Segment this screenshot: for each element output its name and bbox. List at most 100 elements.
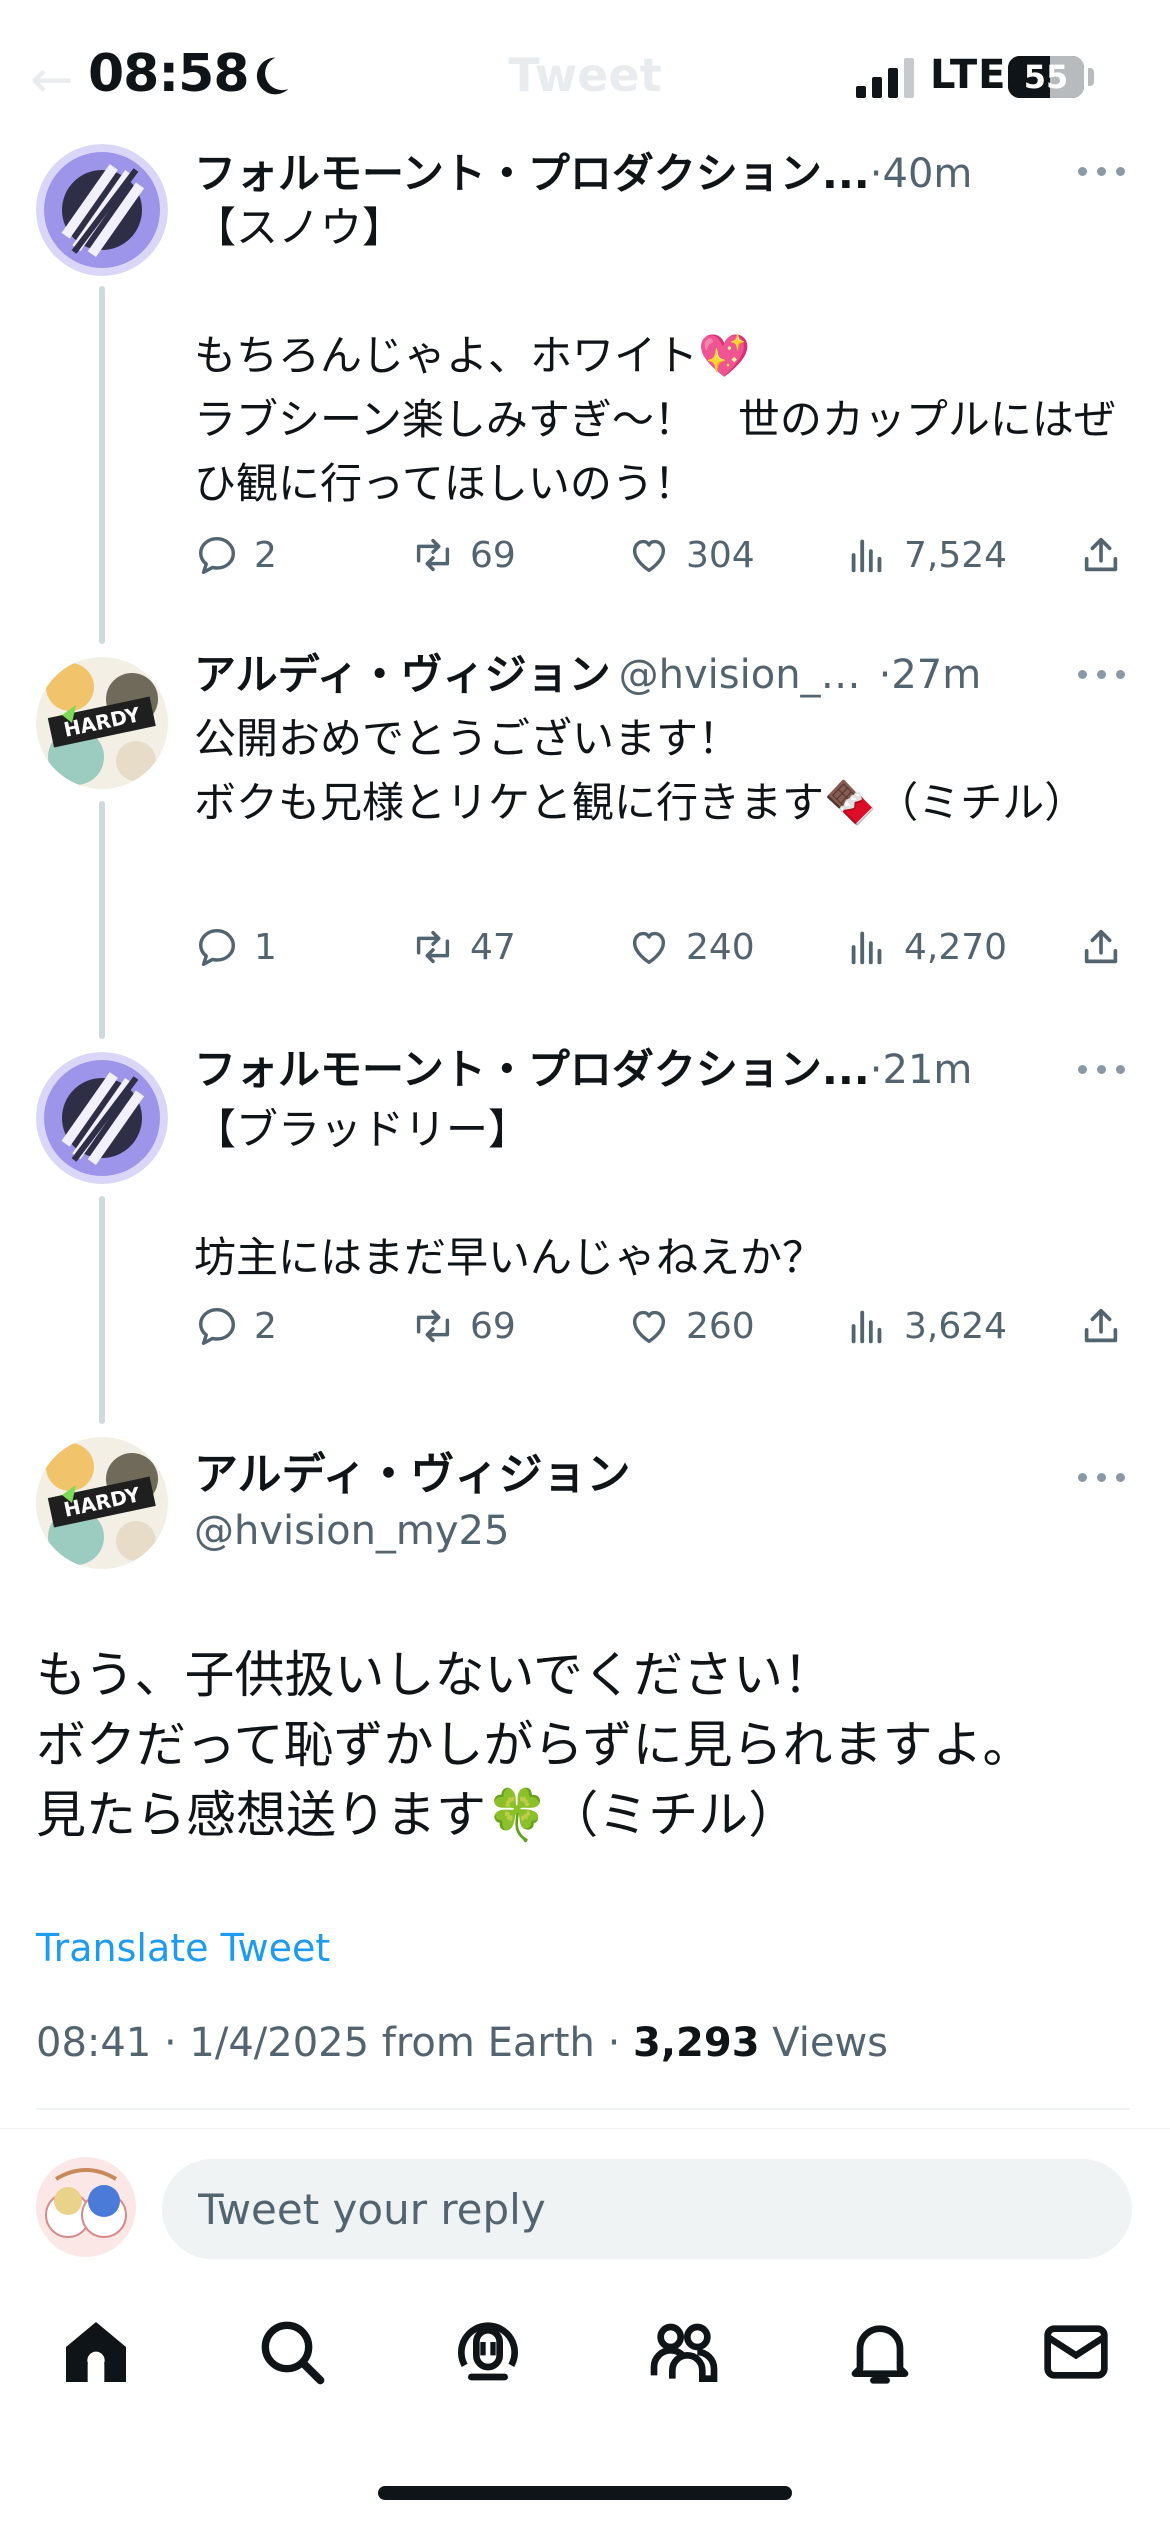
retweet-button[interactable]: 47: [410, 917, 516, 977]
time-ago[interactable]: 40m: [883, 151, 973, 197]
views-button[interactable]: 4,270: [844, 917, 1007, 977]
tab-messages[interactable]: [1036, 2312, 1116, 2392]
battery-level: 55: [1023, 58, 1069, 96]
retweet-count: 69: [470, 534, 516, 576]
main-author-name[interactable]: アルディ・ヴィジョン: [194, 1445, 630, 1505]
tweet-meta: 08:41 · 1/4/2025 from Earth · 3,293 View…: [36, 2020, 888, 2066]
signal-icon: [856, 58, 914, 98]
heart-icon: [626, 1303, 672, 1349]
share-icon: [1078, 1303, 1124, 1349]
reply-icon: [194, 1303, 240, 1349]
tweet-header: フォルモーント・プロダクション...·40m: [194, 144, 1130, 204]
share-icon: [1078, 924, 1124, 970]
network-label: LTE: [930, 52, 1007, 98]
views-button[interactable]: 7,524: [844, 525, 1007, 585]
thread-tweet[interactable]: フォルモーント・プロダクション...·21m 【ブラッドリー】 坊主にはまだ早い…: [0, 1040, 1170, 1425]
more-icon[interactable]: [1078, 164, 1126, 178]
share-button[interactable]: [1078, 525, 1138, 585]
thread-tweet[interactable]: アルディ・ヴィジョン @hvision_m... ·27m 公開おめでとうございます…: [0, 645, 1170, 1040]
thread-line: [99, 1196, 105, 1424]
notifications-icon: [851, 2325, 909, 2384]
status-bar: ← Tweet 08:58 LTE 55: [0, 0, 1170, 140]
reply-button[interactable]: 2: [194, 525, 277, 585]
status-time: 08:58: [88, 44, 250, 104]
thread-line: [99, 286, 105, 644]
tweet-actions: 2 69 260 3,624: [194, 1296, 1130, 1356]
tweet-header: フォルモーント・プロダクション...·21m: [194, 1040, 1130, 1100]
retweet-icon: [410, 1303, 456, 1349]
reply-input[interactable]: [162, 2159, 1132, 2259]
main-author-handle[interactable]: @hvision_my25: [194, 1502, 509, 1560]
author-name[interactable]: アルディ・ヴィジョン: [194, 645, 611, 705]
reply-count: 2: [254, 1305, 277, 1347]
reply-button[interactable]: 1: [194, 917, 277, 977]
view-count: 4,270: [904, 926, 1008, 968]
time-ago[interactable]: 27m: [891, 652, 981, 698]
avatar[interactable]: [36, 144, 168, 276]
tweet-header: アルディ・ヴィジョン @hvision_m... ·27m: [194, 645, 1130, 705]
more-icon[interactable]: [1078, 667, 1126, 681]
like-count: 304: [686, 534, 755, 576]
tweet-timestamp[interactable]: 08:41 · 1/4/2025 from Earth ·: [36, 2020, 633, 2066]
moon-icon: [256, 57, 289, 95]
tab-bar: [0, 2290, 1170, 2420]
tab-home[interactable]: [56, 2312, 136, 2392]
like-button[interactable]: 304: [626, 525, 755, 585]
user-avatar[interactable]: [36, 2157, 136, 2257]
thread-tweet[interactable]: フォルモーント・プロダクション...·40m 【スノウ】 もちろんじゃよ、ホワイ…: [0, 140, 1170, 645]
tab-notifications[interactable]: [840, 2312, 920, 2392]
divider: [36, 2108, 1130, 2110]
views-icon: [844, 924, 890, 970]
retweet-count: 69: [470, 1305, 516, 1347]
views-icon: [844, 532, 890, 578]
tweet-actions: 1 47 240 4,270: [194, 917, 1130, 977]
avatar[interactable]: [36, 657, 168, 789]
heart-icon: [626, 532, 672, 578]
views-icon: [844, 1303, 890, 1349]
retweet-icon: [410, 924, 456, 970]
author-handle[interactable]: @hvision_m...: [619, 645, 879, 705]
tweet-text: 公開おめでとうございます！ ボクも兄様とリケと観に行きます🍫（ミチル）: [194, 714, 1087, 827]
like-button[interactable]: 240: [626, 917, 755, 977]
translate-link[interactable]: Translate Tweet: [36, 1926, 330, 1970]
more-icon[interactable]: [1078, 1062, 1126, 1076]
tweet-actions: 2 69 304 7,524: [194, 525, 1130, 585]
avatar[interactable]: [36, 1052, 168, 1184]
reply-button[interactable]: 2: [194, 1296, 277, 1356]
tweet-text: 【スノウ】 もちろんじゃよ、ホワイト💖 ラブシーン楽しみすぎ〜！ 世のカップルに…: [194, 203, 1116, 508]
like-count: 260: [686, 1305, 755, 1347]
main-avatar[interactable]: [36, 1437, 168, 1569]
tab-spaces[interactable]: [448, 2312, 528, 2392]
reply-count: 2: [254, 534, 277, 576]
share-button[interactable]: [1078, 917, 1138, 977]
communities-icon: [650, 2323, 718, 2382]
time-ago[interactable]: 21m: [883, 1047, 973, 1093]
reply-icon: [194, 924, 240, 970]
views-label: Views: [759, 2020, 889, 2066]
main-tweet-text: もう、子供扱いしないでください！ ボクだって恥ずかしがらずに見られますよ。 見た…: [36, 1646, 1033, 1844]
like-button[interactable]: 260: [626, 1296, 755, 1356]
spaces-icon: [458, 2322, 518, 2381]
reply-icon: [194, 532, 240, 578]
tweet-text: 【ブラッドリー】 坊主にはまだ早いんじゃねえか？: [194, 1105, 825, 1282]
share-button[interactable]: [1078, 1296, 1138, 1356]
thread-line: [99, 801, 105, 1039]
share-icon: [1078, 532, 1124, 578]
tab-search[interactable]: [252, 2312, 332, 2392]
tab-communities[interactable]: [644, 2312, 724, 2392]
retweet-button[interactable]: 69: [410, 1296, 516, 1356]
retweet-button[interactable]: 69: [410, 525, 516, 585]
more-icon[interactable]: [1078, 1470, 1126, 1484]
like-count: 240: [686, 926, 755, 968]
author-name[interactable]: フォルモーント・プロダクション...: [194, 1040, 870, 1100]
search-icon: [261, 2321, 325, 2385]
reply-bar: [0, 2128, 1170, 2288]
reply-count: 1: [254, 926, 277, 968]
views-count: 3,293: [633, 2020, 760, 2066]
views-button[interactable]: 3,624: [844, 1296, 1007, 1356]
home-indicator: [378, 2486, 792, 2500]
battery-tip: [1088, 68, 1094, 86]
author-name[interactable]: フォルモーント・プロダクション...: [194, 144, 870, 204]
view-count: 7,524: [904, 534, 1008, 576]
home-icon: [66, 2322, 126, 2382]
